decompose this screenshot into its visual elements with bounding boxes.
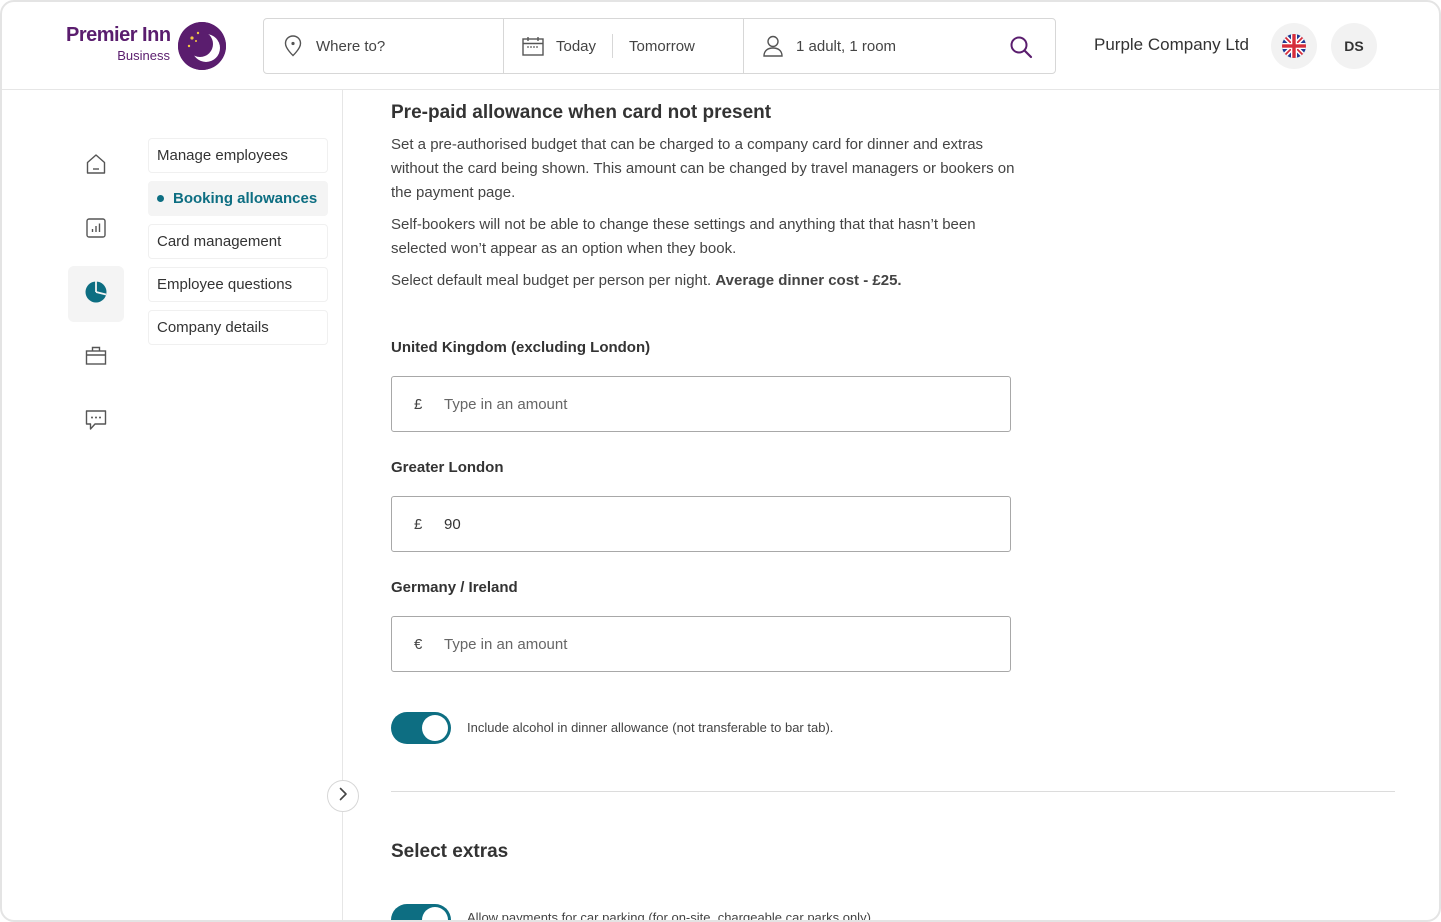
- pie-chart-icon: [84, 280, 108, 309]
- chat-icon: [85, 409, 107, 436]
- briefcase-icon: [85, 345, 107, 372]
- app-window: Premier Inn Business Where to? Today Tom…: [0, 0, 1441, 922]
- toggle-knob: [422, 715, 448, 741]
- company-name[interactable]: Purple Company Ltd: [1094, 35, 1249, 55]
- meal-budget-lead: Select default meal budget per person pe…: [391, 272, 712, 289]
- amount-value: 90: [444, 515, 461, 533]
- extras-title: Select extras: [391, 841, 509, 862]
- submenu-booking-allowances[interactable]: Booking allowances: [148, 181, 328, 216]
- home-icon: [85, 153, 107, 180]
- dates-field[interactable]: Today Tomorrow: [504, 19, 744, 73]
- main-content: Pre-paid allowance when card not present…: [391, 102, 1395, 920]
- logo-subtitle: Business: [117, 48, 170, 63]
- calendar-icon: [522, 35, 544, 57]
- parking-toggle-label: Allow payments for car parking (for on-s…: [467, 910, 871, 922]
- destination-placeholder: Where to?: [316, 37, 386, 55]
- date-divider: [612, 34, 614, 58]
- checkout-date: Tomorrow: [629, 37, 695, 55]
- submenu-label: Employee questions: [157, 276, 293, 293]
- section-title: Pre-paid allowance when card not present: [391, 102, 772, 123]
- nav-reports[interactable]: [68, 202, 124, 258]
- search-icon[interactable]: [1009, 35, 1033, 59]
- self-booker-note: Self-bookers will not be able to change …: [391, 216, 976, 257]
- intro-paragraph: Set a pre-authorised budget that can be …: [391, 136, 1015, 201]
- search-bar: Where to? Today Tomorrow 1 adult, 1 room: [263, 18, 1056, 74]
- moon-logo-icon: [178, 22, 226, 70]
- location-pin-icon: [282, 35, 304, 57]
- submenu-label: Company details: [157, 319, 269, 336]
- chevron-right-icon: [338, 787, 348, 806]
- nav-allowances[interactable]: [68, 266, 124, 322]
- toggle-knob: [422, 907, 448, 920]
- submenu-company-details[interactable]: Company details: [148, 310, 328, 345]
- guests-field[interactable]: 1 adult, 1 room: [744, 19, 1055, 73]
- top-header: Premier Inn Business Where to? Today Tom…: [2, 2, 1439, 90]
- average-dinner-cost: Average dinner cost - £25.: [715, 272, 902, 289]
- checkin-date: Today: [556, 37, 597, 55]
- premier-inn-logo[interactable]: Premier Inn Business: [66, 20, 228, 74]
- alcohol-toggle-label: Include alcohol in dinner allowance (not…: [467, 720, 834, 735]
- chart-icon: [85, 217, 107, 244]
- logo-title: Premier Inn: [66, 24, 171, 46]
- submenu-employee-questions[interactable]: Employee questions: [148, 267, 328, 302]
- section-divider: [391, 791, 1395, 792]
- currency-symbol: €: [414, 635, 423, 653]
- meal-budget-note: Select default meal budget per person pe…: [391, 269, 1016, 293]
- submenu-label: Card management: [157, 233, 282, 250]
- field-label-london: Greater London: [391, 459, 504, 476]
- currency-symbol: £: [414, 395, 423, 413]
- uk-flag-icon[interactable]: [1271, 23, 1317, 69]
- active-dot: [157, 195, 164, 202]
- london-amount-field[interactable]: £ 90: [391, 496, 1011, 552]
- user-avatar[interactable]: DS: [1331, 23, 1377, 69]
- amount-placeholder: Type in an amount: [444, 635, 568, 653]
- collapse-sidebar-button[interactable]: [327, 780, 359, 812]
- nav-bookings[interactable]: [68, 330, 124, 386]
- parking-toggle[interactable]: [391, 904, 451, 920]
- nav-messages[interactable]: [68, 394, 124, 450]
- person-icon: [762, 35, 784, 57]
- submenu-label: Booking allowances: [173, 190, 318, 207]
- amount-placeholder: Type in an amount: [444, 395, 568, 413]
- field-label-germany-ireland: Germany / Ireland: [391, 579, 518, 596]
- alcohol-toggle[interactable]: [391, 712, 451, 744]
- germany-ireland-amount-field[interactable]: € Type in an amount: [391, 616, 1011, 672]
- submenu-label: Manage employees: [157, 147, 288, 164]
- nav-home[interactable]: [68, 138, 124, 194]
- guests-value: 1 adult, 1 room: [796, 37, 897, 55]
- submenu-card-management[interactable]: Card management: [148, 224, 328, 259]
- settings-submenu: Manage employees Booking allowances Card…: [148, 138, 328, 353]
- destination-field[interactable]: Where to?: [264, 19, 504, 73]
- uk-amount-field[interactable]: £ Type in an amount: [391, 376, 1011, 432]
- currency-symbol: £: [414, 515, 423, 533]
- submenu-manage-employees[interactable]: Manage employees: [148, 138, 328, 173]
- field-label-uk: United Kingdom (excluding London): [391, 339, 651, 356]
